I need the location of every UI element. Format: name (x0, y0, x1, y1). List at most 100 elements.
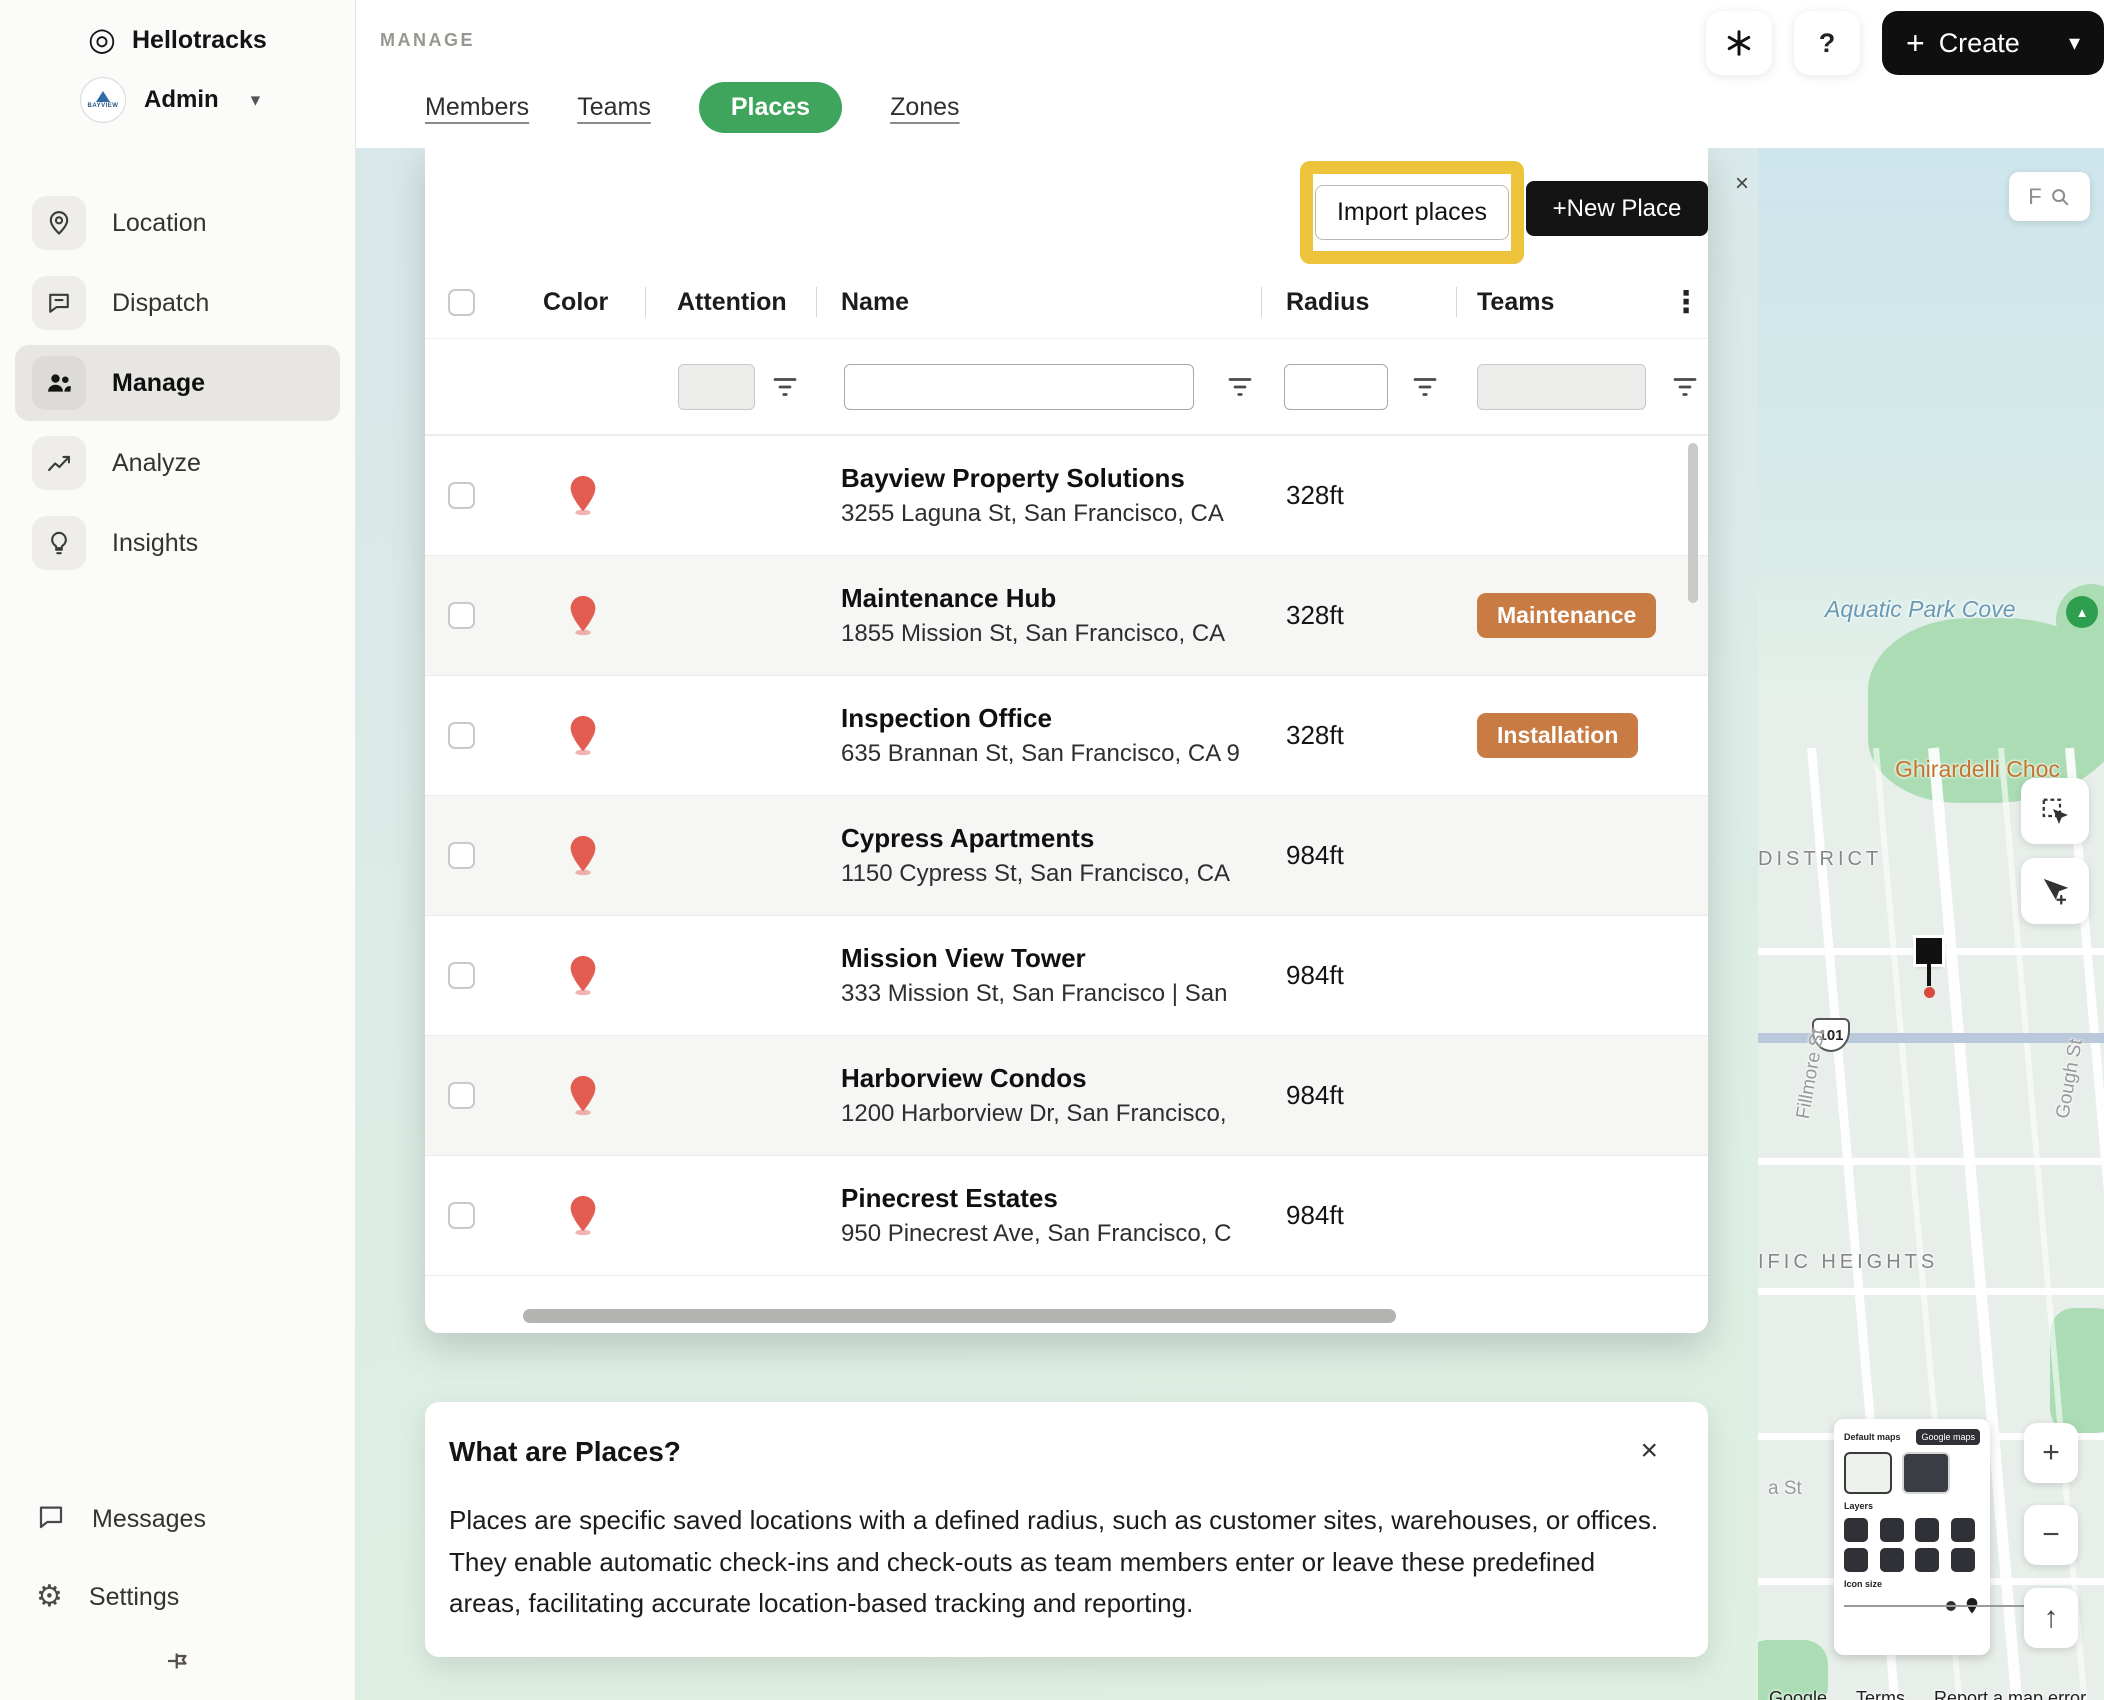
table-row[interactable]: Maintenance Hub1855 Mission St, San Fran… (425, 555, 1708, 675)
horizontal-scrollbar[interactable] (425, 1301, 1708, 1335)
chevron-down-icon[interactable]: ▾ (251, 89, 261, 112)
column-menu-icon[interactable]: ⋮ (1665, 285, 1707, 320)
selected-place-marker[interactable] (1916, 938, 1942, 998)
create-button[interactable]: + Create ▾ (1882, 11, 2104, 75)
manage-icon (32, 356, 86, 410)
place-pin-icon (568, 836, 598, 876)
map-settings-default-label[interactable]: Default maps (1844, 1432, 1901, 1442)
marker-head (1916, 938, 1942, 964)
map-street (1758, 1288, 2104, 1295)
sidebar-item-insights[interactable]: Insights (15, 505, 340, 581)
help-button[interactable]: ? (1794, 11, 1860, 75)
account-switcher[interactable]: BAYVIEW Admin ▾ (0, 61, 355, 133)
row-checkbox[interactable] (448, 1082, 475, 1109)
table-row[interactable]: Pinecrest Estates950 Pinecrest Ave, San … (425, 1155, 1708, 1275)
attention-filter-input[interactable] (678, 364, 755, 410)
analyze-icon (32, 436, 86, 490)
filter-icon[interactable] (770, 372, 800, 402)
content-area: 101 Aquatic Park Cove ▲ Ghirardelli Choc… (356, 148, 2104, 1700)
row-checkbox[interactable] (448, 842, 475, 869)
row-checkbox[interactable] (448, 482, 475, 509)
sidebar-item-label: Analyze (112, 449, 201, 478)
tab-members[interactable]: Members (425, 93, 529, 122)
column-header-attention[interactable]: Attention (645, 266, 816, 338)
map-settings-panel[interactable]: Default maps Google maps Layers (1834, 1419, 1990, 1655)
radius-filter-input[interactable] (1284, 364, 1388, 410)
close-card-icon[interactable]: × (1640, 1436, 1658, 1466)
tab-zones[interactable]: Zones (890, 93, 959, 122)
place-radius: 984ft (1261, 1080, 1456, 1111)
place-radius: 328ft (1261, 600, 1456, 631)
map-search-box[interactable]: F (2009, 172, 2090, 221)
sidebar-item-location[interactable]: Location (15, 185, 340, 261)
sidebar-item-messages[interactable]: Messages (0, 1480, 355, 1558)
close-panel-button[interactable]: × (1724, 166, 1760, 202)
import-places-button[interactable]: Import places (1315, 185, 1509, 240)
add-waypoint-tool-button[interactable] (2021, 858, 2089, 924)
arrow-up-icon: ↑ (2044, 1601, 2059, 1635)
sidebar-item-dispatch[interactable]: Dispatch (15, 265, 340, 341)
terms-link[interactable]: Terms (1856, 1688, 1905, 1700)
park-poi-icon[interactable]: ▲ (2066, 596, 2098, 628)
zoom-out-button[interactable]: − (2024, 1505, 2078, 1565)
layer-toggles (1844, 1518, 1980, 1572)
select-area-tool-button[interactable] (2021, 778, 2089, 844)
layer-toggle[interactable] (1951, 1518, 1975, 1542)
tab-teams[interactable]: Teams (577, 93, 651, 122)
table-row[interactable]: Inspection Office635 Brannan St, San Fra… (425, 675, 1708, 795)
filter-icon[interactable] (1225, 372, 1255, 402)
sidebar-item-label: Location (112, 209, 207, 238)
layer-toggle[interactable] (1844, 1518, 1868, 1542)
layer-toggle[interactable] (1951, 1548, 1975, 1572)
map-search-text: F (2028, 184, 2041, 210)
sidebar-item-label: Insights (112, 529, 198, 558)
map[interactable]: 101 Aquatic Park Cove ▲ Ghirardelli Choc… (1758, 148, 2104, 1700)
layer-toggle[interactable] (1880, 1518, 1904, 1542)
filter-icon[interactable] (1670, 372, 1700, 402)
layer-toggle[interactable] (1844, 1548, 1868, 1572)
place-pin-icon (568, 596, 598, 636)
filter-icon[interactable] (1410, 372, 1440, 402)
zoom-in-button[interactable]: + (2024, 1423, 2078, 1483)
icon-size-slider[interactable] (1844, 1598, 1980, 1614)
table-row[interactable]: Cypress Apartments1150 Cypress St, San F… (425, 795, 1708, 915)
column-header-radius[interactable]: Radius (1261, 266, 1456, 338)
table-row[interactable]: Bayview Property Solutions3255 Laguna St… (425, 435, 1708, 555)
messages-icon (36, 1502, 66, 1537)
vertical-scrollbar-thumb[interactable] (1688, 443, 1698, 603)
report-map-error-link[interactable]: Report a map error (1934, 1688, 2086, 1700)
table-row[interactable]: Mission View Tower333 Mission St, San Fr… (425, 915, 1708, 1035)
row-checkbox[interactable] (448, 602, 475, 629)
partial-next-row (425, 1275, 1708, 1301)
layer-toggle[interactable] (1915, 1548, 1939, 1572)
pan-up-button[interactable]: ↑ (2024, 1588, 2078, 1648)
dispatch-icon (32, 276, 86, 330)
map-style-default-thumb[interactable] (1844, 1452, 1892, 1494)
select-all-checkbox[interactable] (448, 289, 475, 316)
column-header-teams[interactable]: Teams (1456, 266, 1665, 338)
column-header-name[interactable]: Name (816, 266, 1261, 338)
horizontal-scrollbar-thumb[interactable] (523, 1309, 1396, 1323)
avatar: BAYVIEW (80, 77, 126, 123)
place-address: 1150 Cypress St, San Francisco, CA (841, 860, 1253, 888)
row-checkbox[interactable] (448, 1202, 475, 1229)
column-header-color[interactable]: Color (520, 266, 645, 338)
sidebar-item-manage[interactable]: Manage (15, 345, 340, 421)
ai-assistant-button[interactable] (1706, 11, 1772, 75)
tab-places[interactable]: Places (699, 82, 842, 133)
layer-toggle[interactable] (1880, 1548, 1904, 1572)
layer-toggle[interactable] (1915, 1518, 1939, 1542)
map-settings-google-label[interactable]: Google maps (1916, 1429, 1980, 1445)
map-style-dark-thumb[interactable] (1902, 1452, 1950, 1494)
place-radius: 328ft (1261, 480, 1456, 511)
row-checkbox[interactable] (448, 962, 475, 989)
sidebar-collapse[interactable] (0, 1636, 355, 1700)
create-label: Create (1939, 28, 2020, 59)
sidebar-item-settings[interactable]: ⚙ Settings (0, 1558, 355, 1636)
new-place-button[interactable]: +New Place (1526, 181, 1708, 236)
row-checkbox[interactable] (448, 722, 475, 749)
teams-filter-input[interactable] (1477, 364, 1646, 410)
name-filter-input[interactable] (844, 364, 1194, 410)
sidebar-item-analyze[interactable]: Analyze (15, 425, 340, 501)
table-row[interactable]: Harborview Condos1200 Harborview Dr, San… (425, 1035, 1708, 1155)
